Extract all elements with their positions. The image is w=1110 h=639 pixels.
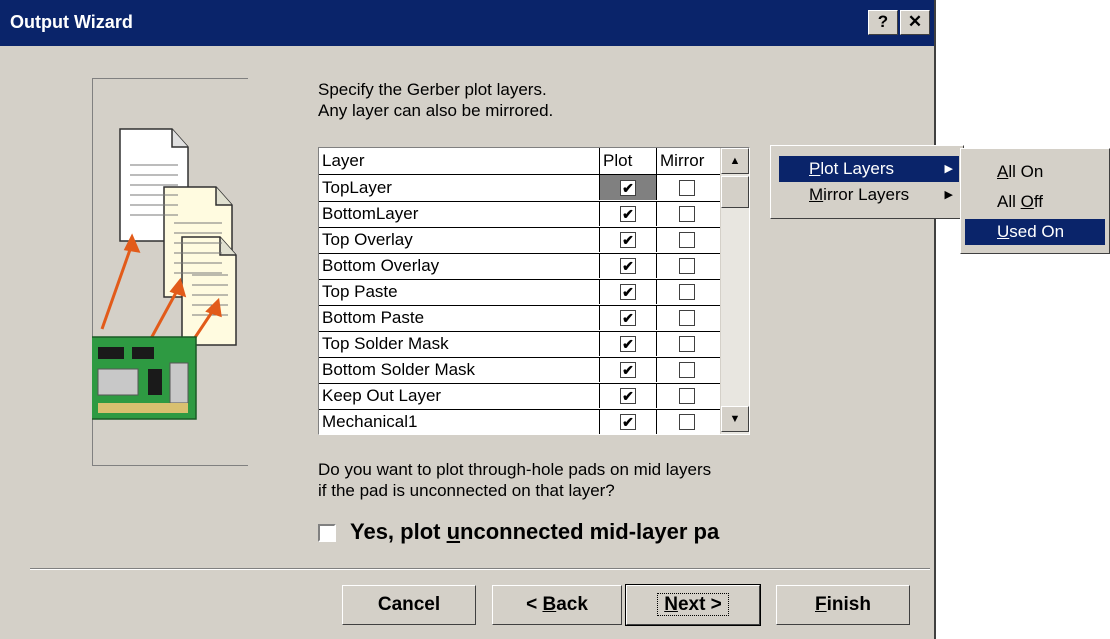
title-bar: Output Wizard ? ✕	[0, 0, 934, 46]
layer-name-cell: BottomLayer	[319, 201, 600, 226]
layer-name-cell: Keep Out Layer	[319, 383, 600, 408]
plot-checkbox[interactable]: ✔	[620, 414, 636, 430]
plot-checkbox[interactable]: ✔	[620, 206, 636, 222]
plot-checkbox[interactable]: ✔	[620, 336, 636, 352]
question-line-1: Do you want to plot through-hole pads on…	[318, 460, 712, 479]
close-button[interactable]: ✕	[900, 10, 930, 35]
button-separator	[30, 568, 930, 570]
mirror-cell	[657, 305, 717, 330]
menu-item-mirror-layers[interactable]: Mirror Layers ▶	[779, 182, 959, 208]
table-row[interactable]: Top Solder Mask ✔	[319, 331, 721, 358]
plot-checkbox[interactable]: ✔	[620, 258, 636, 274]
plot-checkbox[interactable]: ✔	[620, 180, 636, 196]
table-row[interactable]: Mechanical1 ✔	[319, 409, 721, 434]
mirror-cell	[657, 227, 717, 252]
plot-checkbox[interactable]: ✔	[620, 310, 636, 326]
table-scrollbar[interactable]: ▲ ▼	[720, 148, 749, 434]
table-row[interactable]: Bottom Paste ✔	[319, 305, 721, 332]
layer-name-cell: Bottom Solder Mask	[319, 357, 600, 382]
plot-cell: ✔	[600, 305, 657, 330]
mid-layer-checkbox[interactable]	[318, 524, 336, 542]
plot-checkbox[interactable]: ✔	[620, 232, 636, 248]
plot-cell: ✔	[600, 383, 657, 408]
plot-cell: ✔	[600, 227, 657, 252]
plot-cell: ✔	[600, 357, 657, 382]
menu-item-plot-layers[interactable]: Plot Layers ▶	[779, 156, 959, 182]
mirror-cell	[657, 383, 717, 408]
table-row[interactable]: Bottom Overlay ✔	[319, 253, 721, 280]
plot-cell: ✔	[600, 201, 657, 226]
table-row[interactable]: BottomLayer ✔	[319, 201, 721, 228]
table-row[interactable]: Top Paste ✔	[319, 279, 721, 306]
layer-name-cell: Top Overlay	[319, 227, 600, 252]
column-header-layer[interactable]: Layer	[319, 148, 600, 174]
submenu-item-all-off[interactable]: All Off	[965, 189, 1105, 215]
plot-checkbox[interactable]: ✔	[620, 284, 636, 300]
mirror-checkbox[interactable]	[679, 310, 695, 326]
mirror-cell	[657, 357, 717, 382]
mirror-checkbox[interactable]	[679, 232, 695, 248]
column-header-plot[interactable]: Plot	[600, 148, 657, 174]
plot-checkbox[interactable]: ✔	[620, 362, 636, 378]
mid-layer-checkbox-label[interactable]: Yes, plot unconnected mid-layer pa	[350, 519, 719, 545]
mirror-checkbox[interactable]	[679, 180, 695, 196]
output-wizard-dialog: Output Wizard ? ✕ Specify the Gerber plo…	[0, 0, 936, 639]
mirror-checkbox[interactable]	[679, 284, 695, 300]
submenu-arrow-icon: ▶	[944, 189, 953, 201]
pcb-documents-illustration-icon	[92, 128, 237, 420]
column-header-mirror[interactable]: Mirror	[657, 148, 717, 174]
submenu-arrow-icon: ▶	[944, 163, 953, 175]
mirror-checkbox[interactable]	[679, 414, 695, 430]
plot-cell: ✔	[600, 331, 657, 356]
wizard-illustration-panel	[92, 78, 248, 466]
mirror-checkbox[interactable]	[679, 258, 695, 274]
help-button[interactable]: ?	[868, 10, 898, 35]
mirror-checkbox[interactable]	[679, 362, 695, 378]
mirror-cell	[657, 253, 717, 278]
mirror-checkbox[interactable]	[679, 388, 695, 404]
plot-cell: ✔	[600, 279, 657, 304]
mirror-checkbox[interactable]	[679, 206, 695, 222]
layer-name-cell: TopLayer	[319, 175, 600, 200]
layer-name-cell: Mechanical1	[319, 409, 600, 434]
table-header: Layer Plot Mirror	[319, 148, 721, 175]
submenu-item-used-on[interactable]: Used On	[965, 219, 1105, 245]
layer-table[interactable]: Layer Plot Mirror TopLayer ✔ BottomLayer ✔ T…	[318, 147, 750, 435]
question-line-2: if the pad is unconnected on that layer?	[318, 481, 615, 500]
finish-button[interactable]: Finish	[776, 585, 910, 625]
plot-cell: ✔	[600, 409, 657, 434]
plot-checkbox[interactable]: ✔	[620, 388, 636, 404]
table-row[interactable]: TopLayer ✔	[319, 175, 721, 202]
submenu-item-all-on[interactable]: All On	[965, 159, 1105, 185]
layer-name-cell: Top Solder Mask	[319, 331, 600, 356]
scroll-thumb[interactable]	[721, 176, 749, 208]
plot-layers-submenu: All On All Off Used On	[960, 148, 1110, 254]
table-row[interactable]: Keep Out Layer ✔	[319, 383, 721, 410]
instruction-line-2: Any layer can also be mirrored.	[318, 101, 554, 120]
layer-name-cell: Bottom Overlay	[319, 253, 600, 278]
table-row[interactable]: Bottom Solder Mask ✔	[319, 357, 721, 384]
instruction-line-1: Specify the Gerber plot layers.	[318, 80, 547, 99]
mirror-cell	[657, 175, 717, 200]
mirror-cell	[657, 279, 717, 304]
cancel-button[interactable]: Cancel	[342, 585, 476, 625]
layer-name-cell: Top Paste	[319, 279, 600, 304]
plot-cell: ✔	[600, 175, 657, 200]
layer-name-cell: Bottom Paste	[319, 305, 600, 330]
scroll-up-button[interactable]: ▲	[721, 148, 749, 174]
back-button[interactable]: < Back	[492, 585, 622, 625]
mirror-cell	[657, 409, 717, 434]
layers-context-menu: Plot Layers ▶ Mirror Layers ▶	[770, 145, 964, 219]
scroll-down-button[interactable]: ▼	[721, 406, 749, 432]
next-button[interactable]: Next >	[625, 584, 761, 626]
mirror-checkbox[interactable]	[679, 336, 695, 352]
plot-cell: ✔	[600, 253, 657, 278]
mirror-cell	[657, 331, 717, 356]
table-row[interactable]: Top Overlay ✔	[319, 227, 721, 254]
window-title: Output Wizard	[10, 12, 133, 32]
mirror-cell	[657, 201, 717, 226]
